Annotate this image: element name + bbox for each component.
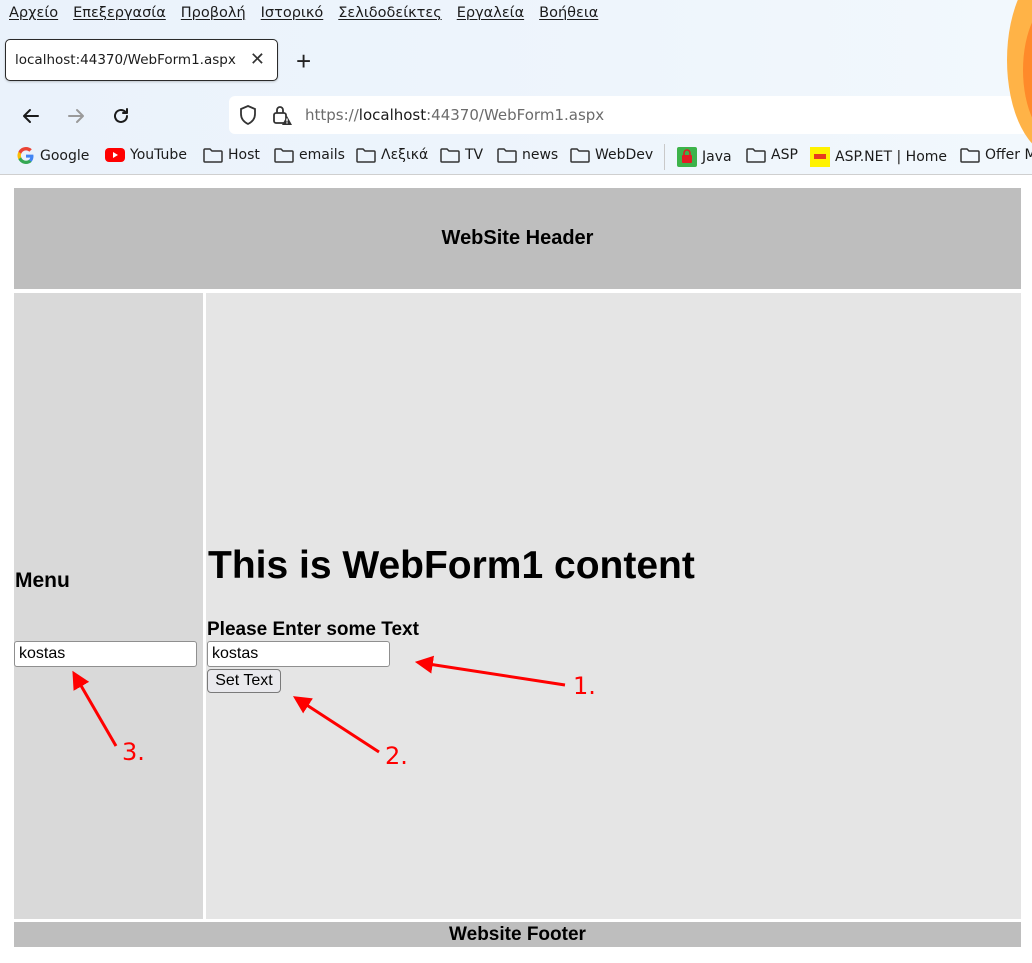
folder-icon [440,148,460,163]
firefox-logo-icon [1007,0,1032,144]
folder-icon [356,148,376,163]
annotation-label-2: 2. [385,742,408,770]
menu-tools[interactable]: Εργαλεία [457,5,524,21]
folder-icon [570,148,590,163]
annotation-label-3: 3. [122,738,145,766]
bookmarks-toolbar: Google YouTube Host emails Λεξικά TV new… [0,142,1032,172]
folder-icon [960,148,980,163]
content-column [206,293,1021,919]
navigation-toolbar: https://localhost:44370/WebForm1.aspx [0,94,1032,138]
annotation-label-1: 1. [573,672,596,700]
new-tab-icon[interactable]: + [296,46,311,77]
menu-help[interactable]: Βοήθεια [539,5,598,21]
tab-title: localhost:44370/WebForm1.aspx [15,52,236,68]
tab-strip: localhost:44370/WebForm1.aspx ✕ + [0,36,1032,86]
site-header-text: WebSite Header [441,227,594,249]
bookmark-aspnet-home[interactable]: ASP.NET | Home [810,147,947,167]
shield-icon[interactable] [238,104,258,131]
site-footer-text: Website Footer [449,923,586,945]
content-title: This is WebForm1 content [208,544,695,587]
menu-title: Menu [15,569,70,592]
bookmark-java[interactable]: Java [677,147,732,167]
site-header: WebSite Header [14,188,1021,289]
folder-icon [746,148,766,163]
menu-history[interactable]: Ιστορικό [261,5,324,21]
bookmark-folder-emails[interactable]: emails [274,147,345,163]
set-text-button[interactable]: Set Text [207,669,281,693]
forward-arrow-icon[interactable] [61,101,91,131]
bookmark-folder-tv[interactable]: TV [440,147,483,163]
folder-icon [274,148,294,163]
tab-active[interactable]: localhost:44370/WebForm1.aspx ✕ [5,39,278,81]
bookmark-youtube[interactable]: YouTube [105,147,187,163]
prompt-label: Please Enter some Text [207,619,419,640]
menu-bookmarks[interactable]: Σελιδοδείκτες [338,5,441,21]
reload-icon[interactable] [106,101,136,131]
youtube-icon [105,148,125,162]
bookmark-folder-asp[interactable]: ASP [746,147,798,163]
java-icon [677,147,697,167]
menu-file[interactable]: Αρχείο [9,5,58,21]
google-icon [17,147,34,164]
content-textbox[interactable] [207,641,390,667]
bookmark-google[interactable]: Google [17,147,89,165]
browser-menubar: Αρχείο Επεξεργασία Προβολή Ιστορικό Σελι… [0,0,613,26]
site-footer: Website Footer [14,922,1021,947]
bookmark-folder-host[interactable]: Host [203,147,260,163]
bookmark-folder-news[interactable]: news [497,147,558,163]
lock-warning-icon[interactable] [270,103,294,132]
folder-icon [497,148,517,163]
address-bar[interactable]: https://localhost:44370/WebForm1.aspx [229,96,1032,134]
chrome-divider [0,174,1032,175]
back-arrow-icon[interactable] [16,101,46,131]
menu-edit[interactable]: Επεξεργασία [73,5,166,21]
folder-icon [203,148,223,163]
menu-textbox[interactable] [14,641,197,667]
url-text[interactable]: https://localhost:44370/WebForm1.aspx [305,106,604,124]
bookmark-folder-lexika[interactable]: Λεξικά [356,147,428,163]
browser-chrome: Αρχείο Επεξεργασία Προβολή Ιστορικό Σελι… [0,0,1032,175]
menu-view[interactable]: Προβολή [181,5,246,21]
close-icon[interactable]: ✕ [250,49,265,70]
bookmark-folder-webdev[interactable]: WebDev [570,147,653,163]
dotnet-icon [810,147,830,167]
bookmark-separator [664,144,665,170]
menu-column [14,293,203,919]
